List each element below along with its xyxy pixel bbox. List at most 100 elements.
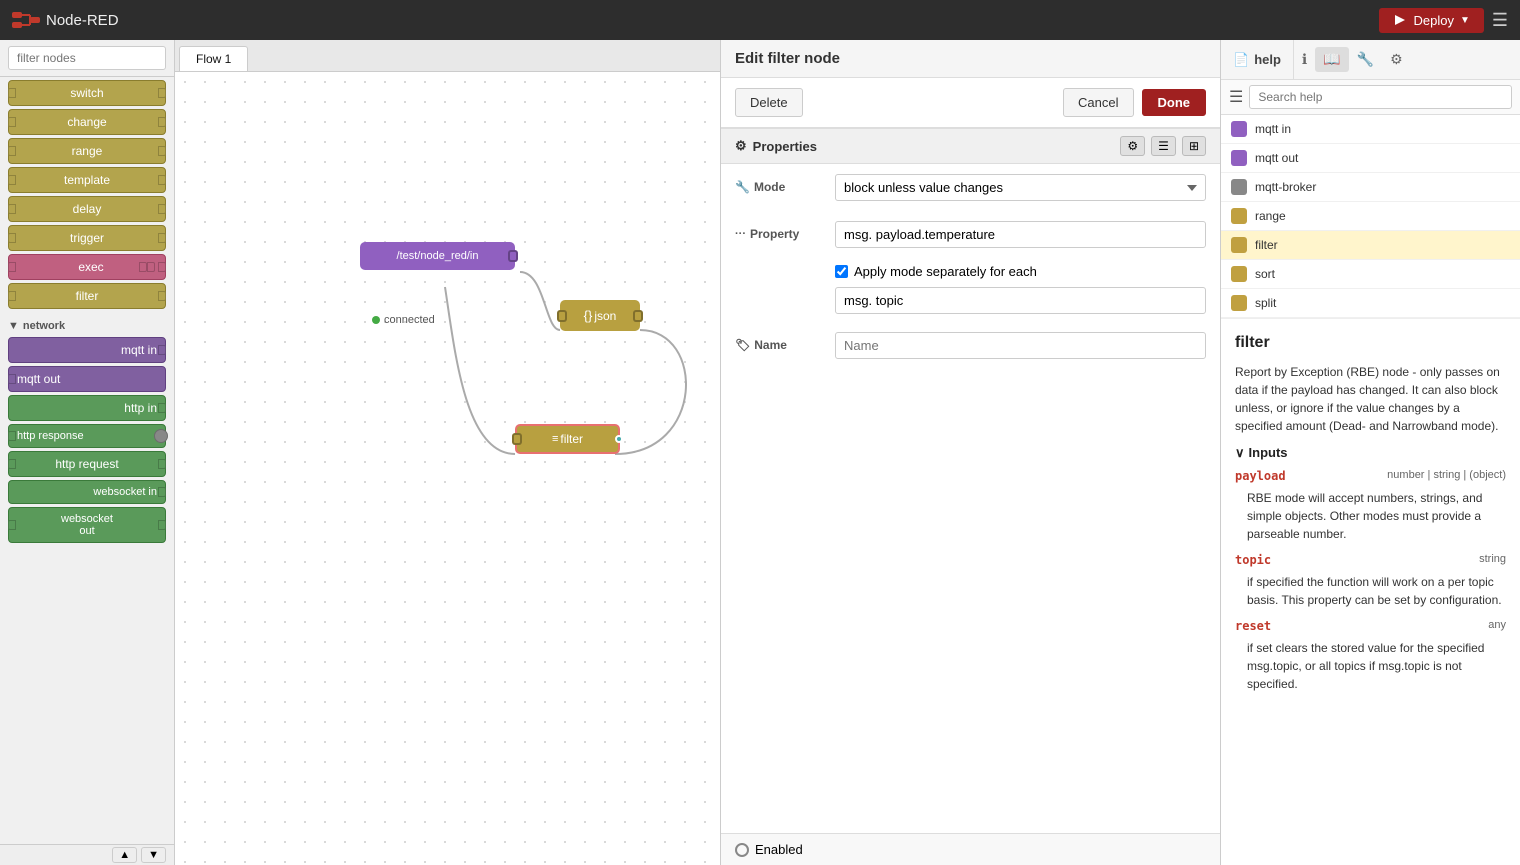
palette-scroll-up[interactable]: ▲ bbox=[112, 847, 137, 863]
apply-mode-section: Apply mode separately for each bbox=[721, 258, 1220, 322]
help-node-mqtt-in[interactable]: mqtt in bbox=[1221, 115, 1520, 144]
topbar: Node-RED Deploy ▼ ☰ bbox=[0, 0, 1520, 40]
palette-node-http-in[interactable]: http in bbox=[8, 395, 166, 421]
help-reset-desc: if set clears the stored value for the s… bbox=[1235, 639, 1506, 693]
mode-field: 🔧 Mode block unless value changes block … bbox=[721, 164, 1220, 211]
topbar-right: Deploy ▼ ☰ bbox=[1379, 8, 1508, 33]
help-node-sort[interactable]: sort bbox=[1221, 260, 1520, 289]
palette-scroll-controls: ▲ ▼ bbox=[0, 844, 174, 865]
canvas-wires bbox=[175, 72, 720, 865]
palette-nodes-list: switch change range template delay bbox=[0, 77, 174, 844]
palette-scroll-down[interactable]: ▼ bbox=[141, 847, 166, 863]
help-toolbar: ☰ bbox=[1221, 80, 1520, 115]
palette-search-area bbox=[0, 40, 174, 77]
apply-mode-label[interactable]: Apply mode separately for each bbox=[854, 264, 1037, 279]
canvas-node-filter[interactable]: ≡ filter bbox=[515, 424, 620, 454]
palette-node-filter[interactable]: filter bbox=[8, 283, 166, 309]
list-icon: ☰ bbox=[1229, 87, 1243, 107]
help-search-input[interactable] bbox=[1249, 85, 1512, 109]
help-nodes-list: mqtt in mqtt out mqtt-broker range filte… bbox=[1221, 115, 1520, 319]
palette-node-switch[interactable]: switch bbox=[8, 80, 166, 106]
cancel-button[interactable]: Cancel bbox=[1063, 88, 1133, 117]
property-input[interactable] bbox=[835, 221, 1206, 248]
deploy-caret: ▼ bbox=[1460, 15, 1470, 26]
apply-mode-checkbox[interactable] bbox=[835, 265, 848, 278]
canvas-node-mqtt[interactable]: /test/node_red/in bbox=[360, 242, 515, 270]
inputs-section-header: ∨ Inputs bbox=[1235, 443, 1506, 463]
canvas-area: Flow 1 /test/node_red/in connected bbox=[175, 40, 720, 865]
help-node-split[interactable]: split bbox=[1221, 289, 1520, 318]
deploy-button[interactable]: Deploy ▼ bbox=[1379, 8, 1483, 33]
help-book-btn[interactable]: 📖 bbox=[1315, 47, 1348, 72]
menu-button[interactable]: ☰ bbox=[1492, 10, 1508, 31]
palette-node-change[interactable]: change bbox=[8, 109, 166, 135]
palette-node-mqtt-out[interactable]: mqtt out bbox=[8, 366, 166, 392]
flow-tab-1[interactable]: Flow 1 bbox=[179, 46, 248, 71]
network-section-label: ▼ network bbox=[0, 312, 174, 334]
app-title: Node-RED bbox=[46, 12, 119, 29]
palette-node-mqtt-in[interactable]: mqtt in bbox=[8, 337, 166, 363]
app-logo: Node-RED bbox=[12, 9, 119, 31]
help-panel: 📄 help ℹ 📖 🔧 ⚙ ☰ mqtt in mqtt out mqtt- bbox=[1220, 40, 1520, 865]
help-node-filter[interactable]: filter bbox=[1221, 231, 1520, 260]
section-description-icon[interactable]: ☰ bbox=[1151, 136, 1176, 156]
edit-panel-actions: Delete Cancel Done bbox=[721, 78, 1220, 128]
help-content: filter Report by Exception (RBE) node - … bbox=[1221, 319, 1520, 865]
property-field: ··· Property bbox=[721, 211, 1220, 258]
help-info-btn[interactable]: ℹ bbox=[1294, 47, 1315, 72]
range-icon bbox=[1231, 208, 1247, 224]
edit-panel-title: Edit filter node bbox=[721, 40, 1220, 78]
help-tab-title: 📄 help bbox=[1221, 40, 1294, 79]
mode-select[interactable]: block unless value changes block unless … bbox=[835, 174, 1206, 201]
split-icon bbox=[1231, 295, 1247, 311]
help-topic-desc: if specified the function will work on a… bbox=[1235, 573, 1506, 609]
mode-label: 🔧 Mode bbox=[735, 174, 825, 194]
palette-node-trigger[interactable]: trigger bbox=[8, 225, 166, 251]
palette-node-range[interactable]: range bbox=[8, 138, 166, 164]
help-panel-header: 📄 help ℹ 📖 🔧 ⚙ bbox=[1221, 40, 1520, 80]
name-label: 🏷 Name bbox=[735, 332, 825, 352]
topic-input[interactable] bbox=[835, 287, 1206, 314]
help-param-reset: reset any bbox=[1235, 617, 1506, 635]
edit-panel-footer: Enabled bbox=[721, 833, 1220, 865]
topbar-left: Node-RED bbox=[12, 9, 119, 31]
help-filter-title: filter bbox=[1235, 331, 1506, 355]
mqtt-out-icon bbox=[1231, 150, 1247, 166]
help-node-mqtt-out[interactable]: mqtt out bbox=[1221, 144, 1520, 173]
palette-search-input[interactable] bbox=[8, 46, 166, 70]
flow-canvas[interactable]: /test/node_red/in connected {} json ≡ fi… bbox=[175, 72, 720, 865]
palette-node-delay[interactable]: delay bbox=[8, 196, 166, 222]
palette-node-http-request[interactable]: http request bbox=[8, 451, 166, 477]
name-field-content bbox=[835, 332, 1206, 359]
sort-icon bbox=[1231, 266, 1247, 282]
apply-mode-row: Apply mode separately for each bbox=[835, 260, 1206, 283]
mqtt-in-icon bbox=[1231, 121, 1247, 137]
section-appearance-icon[interactable]: ⊞ bbox=[1182, 136, 1206, 156]
flow-tabs: Flow 1 bbox=[175, 40, 720, 72]
name-input[interactable] bbox=[835, 332, 1206, 359]
help-node-mqtt-broker[interactable]: mqtt-broker bbox=[1221, 173, 1520, 202]
property-label: ··· Property bbox=[735, 221, 825, 241]
palette-node-websocket-out[interactable]: websocket out bbox=[8, 507, 166, 543]
mode-field-content: block unless value changes block unless … bbox=[835, 174, 1206, 201]
help-param-topic: topic string bbox=[1235, 551, 1506, 569]
help-node-range[interactable]: range bbox=[1221, 202, 1520, 231]
delete-button[interactable]: Delete bbox=[735, 88, 803, 117]
done-button[interactable]: Done bbox=[1142, 89, 1207, 116]
palette-node-websocket-in[interactable]: websocket in bbox=[8, 480, 166, 504]
mqtt-broker-icon bbox=[1231, 179, 1247, 195]
main-layout: switch change range template delay bbox=[0, 40, 1520, 865]
palette-node-exec[interactable]: exec bbox=[8, 254, 166, 280]
help-filter-description: Report by Exception (RBE) node - only pa… bbox=[1235, 363, 1506, 435]
section-settings-icon[interactable]: ⚙ bbox=[1120, 136, 1145, 156]
canvas-node-json[interactable]: {} json bbox=[560, 300, 640, 331]
help-payload-desc: RBE mode will accept numbers, strings, a… bbox=[1235, 489, 1506, 543]
palette-node-template[interactable]: template bbox=[8, 167, 166, 193]
enabled-indicator bbox=[735, 843, 749, 857]
edit-panel: Edit filter node Delete Cancel Done ⚙ Pr… bbox=[720, 40, 1220, 865]
palette-node-http-response[interactable]: http response bbox=[8, 424, 166, 448]
help-param-payload: payload number | string | (object) bbox=[1235, 467, 1506, 485]
help-wrench-btn[interactable]: 🔧 bbox=[1349, 47, 1382, 72]
help-settings-btn[interactable]: ⚙ bbox=[1382, 47, 1411, 72]
name-field: 🏷 Name bbox=[721, 322, 1220, 369]
